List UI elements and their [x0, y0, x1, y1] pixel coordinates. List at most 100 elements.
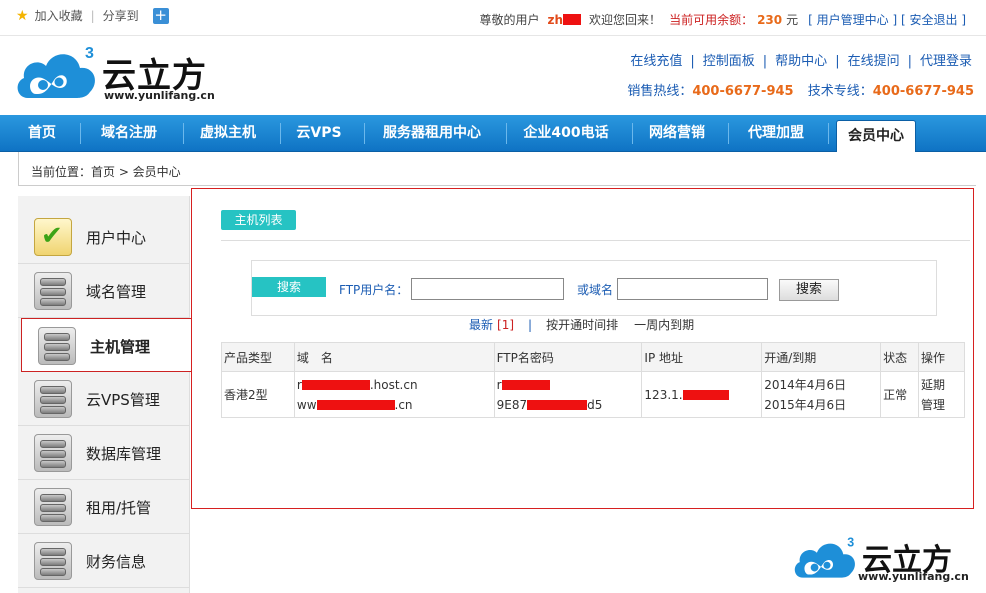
cell-actions: 延期 管理 [918, 371, 965, 418]
user-links: [ 用户管理中心 ] [ 安全退出 ] [808, 13, 966, 27]
welcome-text: 欢迎您回来！ [589, 13, 662, 27]
manage-link[interactable]: 管理 [921, 395, 962, 415]
share-plus-icon[interactable]: + [152, 7, 169, 24]
domain-input[interactable] [617, 278, 768, 300]
logo-badge: 3 [847, 536, 854, 550]
nav-agent-join[interactable]: 代理加盟 [732, 115, 820, 152]
top-bar-right: 尊敬的用户 zh 欢迎您回来！ 当前可用余额： 230 元 [ 用户管理中心 ]… [480, 11, 967, 28]
server-icon [34, 272, 72, 310]
expire-date: 2015年4月6日 [764, 397, 847, 412]
logo-url: www.yunlifang.cn [858, 570, 969, 583]
col-product-type: 产品类型 [221, 342, 295, 372]
filter-expiring-week[interactable]: 一周内到期 [634, 318, 694, 332]
server-icon [34, 434, 72, 472]
site-logo[interactable]: 3 云立方 www.yunlifang.cn [14, 42, 219, 106]
sidebar-item-label: 财务信息 [86, 553, 147, 571]
breadcrumb: 当前位置：首页 > 会员中心 [18, 152, 976, 186]
open-date: 2014年4月6日 [764, 377, 847, 392]
main-nav: 首页 域名注册 虚拟主机 云VPS 服务器租用中心 企业400电话 网络营销 代… [0, 115, 986, 153]
redaction [563, 14, 582, 25]
sidebar-item-rental[interactable]: 租用/托管 [18, 480, 190, 534]
nav-marketing[interactable]: 网络营销 [636, 115, 718, 152]
nav-400-phone[interactable]: 企业400电话 [510, 115, 622, 152]
sales-hotline-label: 销售热线： [627, 84, 693, 99]
nav-home[interactable]: 首页 [12, 115, 72, 152]
table-header-row: 产品类型 域 名 FTP名密码 IP 地址 开通/到期 状态 操作 [221, 342, 965, 372]
host-list-panel: 主机列表 搜索 FTP用户名： 或域名 搜索 最新 [1] | 按开通时间排 一周内到期… [191, 188, 974, 509]
filter-bar: 最新 [1] | 按开通时间排 一周内到期 [469, 318, 695, 332]
top-bar-left: ★ 加入收藏 | 分享到 + [16, 7, 169, 24]
tech-hotline-number: 400-6677-945 [872, 84, 974, 99]
divider [221, 240, 970, 241]
sidebar-item-cloud-vps[interactable]: 云VPS管理 [18, 372, 190, 426]
user-center-link[interactable]: 用户管理中心 [817, 13, 889, 27]
renew-link[interactable]: 延期 [921, 375, 962, 395]
server-icon [38, 327, 76, 365]
sidebar-item-label: 数据库管理 [86, 445, 162, 463]
star-icon: ★ [16, 7, 29, 24]
hotlines: 销售热线：400-6677-945 技术专线：400-6677-945 [627, 80, 974, 99]
divider: | [90, 8, 95, 23]
ftp-username-label: FTP用户名： [339, 283, 409, 297]
nav-domain-register[interactable]: 域名注册 [86, 115, 172, 152]
filter-latest[interactable]: 最新 [469, 318, 493, 332]
quick-link-control-panel[interactable]: 控制面板 [703, 54, 755, 69]
sidebar-item-domain[interactable]: 域名管理 [18, 264, 190, 318]
cell-dates: 2014年4月6日 2015年4月6日 [761, 371, 882, 418]
cell-domain: r .host.cn ww .cn [293, 371, 495, 418]
logout-link[interactable]: 安全退出 [909, 13, 957, 27]
nav-member-center[interactable]: 会员中心 [836, 120, 916, 153]
balance-label: 当前可用余额： [669, 13, 754, 27]
sidebar-item-user-center[interactable]: ✔ 用户中心 [18, 210, 190, 264]
nav-virtual-host[interactable]: 虚拟主机 [188, 115, 268, 152]
logo-badge: 3 [85, 45, 94, 62]
quick-link-agent-login[interactable]: 代理登录 [920, 54, 972, 69]
logo-url: www.yunlifang.cn [104, 89, 215, 102]
nav-server-rental[interactable]: 服务器租用中心 [368, 115, 496, 152]
sidebar-item-label: 用户中心 [86, 229, 147, 247]
sales-hotline-number: 400-6677-945 [692, 84, 794, 99]
ftp-username-input[interactable] [411, 278, 564, 300]
sidebar-item-finance[interactable]: 财务信息 [18, 534, 190, 588]
tech-hotline-label: 技术专线： [807, 84, 873, 99]
greeting-prefix: 尊敬的用户 [479, 13, 540, 27]
col-dates: 开通/到期 [761, 342, 882, 372]
top-bar: ★ 加入收藏 | 分享到 + 尊敬的用户 zh 欢迎您回来！ 当前可用余额： 2… [0, 0, 986, 36]
share-link[interactable]: 分享到 [103, 7, 139, 24]
col-domain: 域 名 [293, 342, 495, 372]
username: zh [547, 12, 564, 27]
check-icon: ✔ [34, 218, 72, 256]
quick-link-recharge[interactable]: 在线充值 [630, 54, 682, 69]
col-actions: 操作 [918, 342, 965, 372]
server-icon [34, 542, 72, 580]
cell-ip: 123.1. [641, 371, 763, 418]
balance-value: 230 [757, 12, 783, 27]
col-ip: IP 地址 [641, 342, 763, 372]
sidebar-item-label: 域名管理 [86, 283, 147, 301]
cell-status: 正常 [880, 371, 920, 418]
sidebar-item-host[interactable]: 主机管理 [21, 318, 193, 372]
add-favorite-link[interactable]: 加入收藏 [35, 7, 83, 24]
col-status: 状态 [880, 342, 920, 372]
search-button[interactable]: 搜索 [779, 279, 839, 301]
sidebar-item-label: 租用/托管 [86, 499, 152, 517]
table-row: 香港2型 r .host.cn ww .cn r 9E87 d5 123.1. 201… [221, 371, 965, 418]
col-ftp: FTP名密码 [493, 342, 643, 372]
cloud-logo-icon: 3 [794, 536, 855, 578]
cloud-logo-icon: 3 [17, 45, 95, 98]
balance-unit: 元 [786, 13, 799, 27]
sidebar-item-label: 云VPS管理 [86, 391, 160, 409]
server-icon [34, 380, 72, 418]
domain-label: 或域名 [577, 283, 614, 297]
search-box: 搜索 FTP用户名： 或域名 搜索 [251, 260, 937, 316]
quick-link-ask[interactable]: 在线提问 [848, 54, 900, 69]
tab-host-list[interactable]: 主机列表 [221, 210, 296, 230]
sidebar: ✔ 用户中心 域名管理 主机管理 云VPS管理 数据库管理 租用/托管 财务信息 [18, 196, 193, 593]
server-icon [34, 488, 72, 526]
quick-link-help[interactable]: 帮助中心 [775, 54, 827, 69]
filter-by-open-time[interactable]: 按开通时间排 [546, 318, 618, 332]
footer-logo: 3 云立方 www.yunlifang.cn [792, 533, 977, 588]
host-table: 产品类型 域 名 FTP名密码 IP 地址 开通/到期 状态 操作 香港2型 r… [221, 342, 965, 418]
nav-cloud-vps[interactable]: 云VPS [284, 115, 354, 152]
sidebar-item-database[interactable]: 数据库管理 [18, 426, 190, 480]
